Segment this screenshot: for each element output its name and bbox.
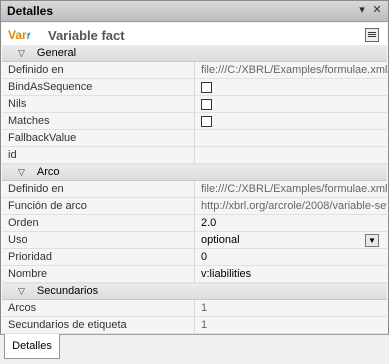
tab-bar: Detalles: [0, 334, 389, 364]
section-secundarios[interactable]: ▽ Secundarios: [2, 282, 387, 300]
table-row: Nils: [2, 95, 387, 113]
property-key: Nils: [2, 95, 195, 113]
table-row: Uso optional ▼: [2, 231, 387, 249]
tab-detalles[interactable]: Detalles: [4, 334, 60, 359]
table-row: id: [2, 146, 387, 164]
details-panel: Detalles ▾ ✕ Varf Variable fact ▽ General…: [0, 0, 389, 351]
collapse-triangle-icon[interactable]: ▽: [18, 286, 25, 296]
property-value: 1: [194, 299, 387, 317]
property-key: Definido en: [2, 180, 195, 198]
table-row: Arcos 1: [2, 299, 387, 317]
property-key: Función de arco: [2, 197, 195, 215]
panel-titlebar: Detalles ▾ ✕: [1, 1, 388, 22]
property-value: 1: [194, 316, 387, 334]
property-key: FallbackValue: [2, 129, 195, 147]
property-key: Uso: [2, 231, 195, 249]
property-key: Arcos: [2, 299, 195, 317]
property-key: Secundarios de etiqueta: [2, 316, 195, 334]
pin-icon[interactable]: ▾: [356, 4, 368, 16]
component-header: Varf Variable fact: [2, 23, 387, 45]
table-row: Matches: [2, 112, 387, 130]
properties-grid: ▽ General Definido en file:///C:/XBRL/Exa…: [2, 45, 387, 351]
table-row: Función de arco http://xbrl.org/arcrole/…: [2, 197, 387, 215]
property-key: Nombre: [2, 265, 195, 283]
prioridad-field[interactable]: 0: [194, 248, 387, 266]
bindassequence-checkbox[interactable]: [201, 81, 212, 93]
collapse-triangle-icon[interactable]: ▽: [18, 48, 25, 58]
nils-checkbox[interactable]: [201, 98, 212, 110]
options-icon[interactable]: [365, 28, 379, 42]
uso-value: optional: [201, 234, 240, 246]
uso-select[interactable]: optional ▼: [194, 231, 387, 249]
variable-fact-icon: Varf: [8, 28, 30, 42]
id-field[interactable]: [194, 146, 387, 164]
table-row: Definido en file:///C:/XBRL/Examples/for…: [2, 61, 387, 79]
property-key: BindAsSequence: [2, 78, 195, 96]
property-value: file:///C:/XBRL/Examples/formulae.xml: [194, 180, 387, 198]
table-row: BindAsSequence: [2, 78, 387, 96]
table-row: FallbackValue: [2, 129, 387, 147]
table-row: Orden 2.0: [2, 214, 387, 232]
property-key: Prioridad: [2, 248, 195, 266]
table-row: Definido en file:///C:/XBRL/Examples/for…: [2, 180, 387, 198]
panel-title: Detalles: [7, 4, 54, 18]
nombre-field[interactable]: v:liabilities: [194, 265, 387, 283]
property-value: file:///C:/XBRL/Examples/formulae.xml: [194, 61, 387, 79]
matches-checkbox[interactable]: [201, 115, 212, 127]
table-row: Prioridad 0: [2, 248, 387, 266]
collapse-triangle-icon[interactable]: ▽: [18, 167, 25, 177]
property-key: Matches: [2, 112, 195, 130]
section-label: Secundarios: [36, 285, 99, 297]
section-arco[interactable]: ▽ Arco: [2, 163, 387, 181]
property-key: id: [2, 146, 195, 164]
close-icon[interactable]: ✕: [371, 4, 383, 16]
property-key: Orden: [2, 214, 195, 232]
chevron-down-icon[interactable]: ▼: [365, 234, 379, 247]
component-title: Variable fact: [48, 28, 125, 43]
section-label: General: [36, 47, 77, 59]
orden-field[interactable]: 2.0: [194, 214, 387, 232]
table-row: Secundarios de etiqueta 1: [2, 316, 387, 334]
table-row: Nombre v:liabilities: [2, 265, 387, 283]
section-label: Arco: [36, 166, 60, 178]
property-key: Definido en: [2, 61, 195, 79]
property-value: http://xbrl.org/arcrole/2008/variable-se…: [194, 197, 387, 215]
fallbackvalue-field[interactable]: [194, 129, 387, 147]
section-general[interactable]: ▽ General: [2, 45, 387, 62]
